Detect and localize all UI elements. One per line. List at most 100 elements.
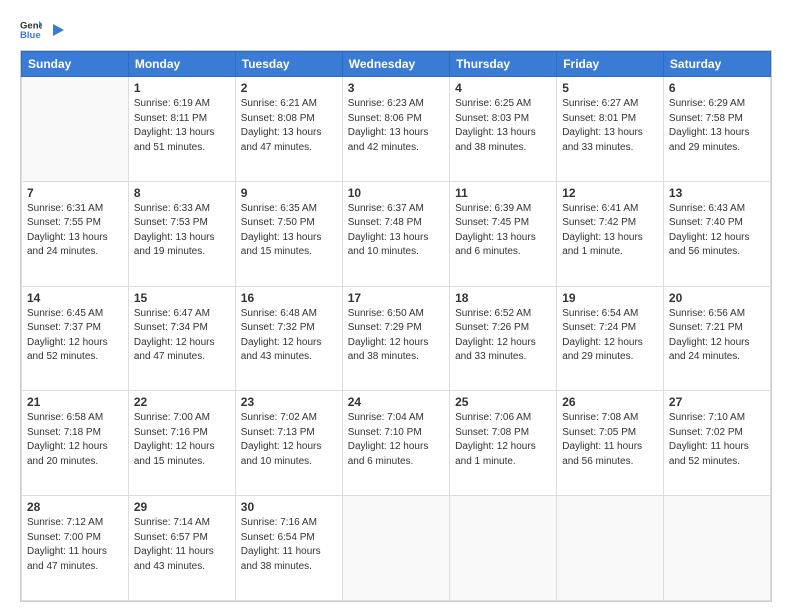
day-number: 26 [562,395,658,409]
cell-info: Sunrise: 6:31 AMSunset: 7:55 PMDaylight:… [27,202,123,260]
day-number: 7 [27,186,123,200]
cal-cell: 18Sunrise: 6:52 AMSunset: 7:26 PMDayligh… [450,286,557,391]
cell-info: Sunrise: 6:41 AMSunset: 7:42 PMDaylight:… [562,202,658,260]
day-number: 25 [455,395,551,409]
day-number: 12 [562,186,658,200]
day-header-monday: Monday [128,52,235,77]
day-number: 15 [134,291,230,305]
day-number: 22 [134,395,230,409]
day-number: 24 [348,395,444,409]
day-header-saturday: Saturday [663,52,770,77]
day-number: 13 [669,186,765,200]
day-number: 29 [134,500,230,514]
day-number: 10 [348,186,444,200]
cal-cell: 11 Sunrise: 6:39 AMSunset: 7:45 PMDayligh… [450,181,557,286]
day-number: 23 [241,395,337,409]
cal-cell: 6 Sunrise: 6:29 AMSunset: 7:58 PMDaylight… [663,77,770,182]
day-header-tuesday: Tuesday [235,52,342,77]
cal-cell: 10 Sunrise: 6:37 AMSunset: 7:48 PMDayligh… [342,181,449,286]
cal-cell: 24 Sunrise: 7:04 AMSunset: 7:10 PMDayligh… [342,391,449,496]
cell-info: Sunrise: 6:58 AMSunset: 7:18 PMDaylight:… [27,411,123,469]
cell-info: Sunrise: 6:50 AMSunset: 7:29 PMDaylight:… [348,307,444,365]
cell-info: Sunrise: 6:37 AMSunset: 7:48 PMDaylight:… [348,202,444,260]
cell-info: Sunrise: 6:33 AMSunset: 7:53 PMDaylight:… [134,202,230,260]
cal-cell: 15 Sunrise: 6:47 AMSunset: 7:34 PMDayligh… [128,286,235,391]
cal-cell: 5 Sunrise: 6:27 AMSunset: 8:01 PMDaylight… [557,77,664,182]
cal-cell [342,496,449,601]
cal-cell: 26 Sunrise: 7:08 AMSunset: 7:05 PMDayligh… [557,391,664,496]
cell-info: Sunrise: 6:39 AMSunset: 7:45 PMDaylight:… [455,202,551,260]
day-header-wednesday: Wednesday [342,52,449,77]
day-number: 5 [562,81,658,95]
day-number: 20 [669,291,765,305]
cal-cell: 20Sunrise: 6:56 AMSunset: 7:21 PMDayligh… [663,286,770,391]
cell-info: Sunrise: 6:35 AMSunset: 7:50 PMDaylight:… [241,202,337,260]
cell-info: Sunrise: 6:45 AMSunset: 7:37 PMDaylight:… [27,307,123,365]
cal-cell: 1 Sunrise: 6:19 AMSunset: 8:11 PMDaylight… [128,77,235,182]
day-number: 17 [348,291,444,305]
cal-cell [663,496,770,601]
cell-info: Sunrise: 7:10 AMSunset: 7:02 PMDaylight:… [669,411,765,469]
cell-info: Sunrise: 7:12 AMSunset: 7:00 PMDaylight:… [27,516,123,574]
cell-info: Sunrise: 6:27 AMSunset: 8:01 PMDaylight:… [562,97,658,155]
cal-cell: 28 Sunrise: 7:12 AMSunset: 7:00 PMDayligh… [22,496,129,601]
cal-cell: 27 Sunrise: 7:10 AMSunset: 7:02 PMDayligh… [663,391,770,496]
day-number: 11 [455,186,551,200]
day-number: 9 [241,186,337,200]
cal-cell: 29 Sunrise: 7:14 AMSunset: 6:57 PMDayligh… [128,496,235,601]
cal-cell: 9 Sunrise: 6:35 AMSunset: 7:50 PMDaylight… [235,181,342,286]
day-number: 27 [669,395,765,409]
day-header-thursday: Thursday [450,52,557,77]
day-number: 19 [562,291,658,305]
day-header-sunday: Sunday [22,52,129,77]
cell-info: Sunrise: 6:21 AMSunset: 8:08 PMDaylight:… [241,97,337,155]
cell-info: Sunrise: 7:08 AMSunset: 7:05 PMDaylight:… [562,411,658,469]
cal-cell: 2 Sunrise: 6:21 AMSunset: 8:08 PMDaylight… [235,77,342,182]
cal-cell: 21 Sunrise: 6:58 AMSunset: 7:18 PMDayligh… [22,391,129,496]
cell-info: Sunrise: 6:52 AMSunset: 7:26 PMDaylight:… [455,307,551,365]
day-header-friday: Friday [557,52,664,77]
cell-info: Sunrise: 7:14 AMSunset: 6:57 PMDaylight:… [134,516,230,574]
cell-info: Sunrise: 7:04 AMSunset: 7:10 PMDaylight:… [348,411,444,469]
day-number: 28 [27,500,123,514]
cal-cell: 16Sunrise: 6:48 AMSunset: 7:32 PMDayligh… [235,286,342,391]
cal-cell: 13Sunrise: 6:43 AMSunset: 7:40 PMDayligh… [663,181,770,286]
day-number: 1 [134,81,230,95]
page: General Blue SundayMondayTuesdayW [0,0,792,612]
day-number: 2 [241,81,337,95]
day-number: 16 [241,291,337,305]
logo: General Blue [20,18,66,40]
cell-info: Sunrise: 6:29 AMSunset: 7:58 PMDaylight:… [669,97,765,155]
cal-cell: 30 Sunrise: 7:16 AMSunset: 6:54 PMDayligh… [235,496,342,601]
day-number: 6 [669,81,765,95]
cal-cell: 8 Sunrise: 6:33 AMSunset: 7:53 PMDaylight… [128,181,235,286]
cal-cell: 19Sunrise: 6:54 AMSunset: 7:24 PMDayligh… [557,286,664,391]
day-number: 21 [27,395,123,409]
svg-text:Blue: Blue [20,30,41,40]
cal-cell: 7 Sunrise: 6:31 AMSunset: 7:55 PMDaylight… [22,181,129,286]
day-number: 4 [455,81,551,95]
cal-cell [450,496,557,601]
cal-cell [22,77,129,182]
cal-cell: 14Sunrise: 6:45 AMSunset: 7:37 PMDayligh… [22,286,129,391]
cell-info: Sunrise: 7:02 AMSunset: 7:13 PMDaylight:… [241,411,337,469]
cal-cell [557,496,664,601]
cal-cell: 25 Sunrise: 7:06 AMSunset: 7:08 PMDayligh… [450,391,557,496]
cal-cell: 23 Sunrise: 7:02 AMSunset: 7:13 PMDayligh… [235,391,342,496]
cell-info: Sunrise: 6:47 AMSunset: 7:34 PMDaylight:… [134,307,230,365]
day-number: 8 [134,186,230,200]
day-number: 30 [241,500,337,514]
cell-info: Sunrise: 7:06 AMSunset: 7:08 PMDaylight:… [455,411,551,469]
cal-cell: 17 Sunrise: 6:50 AMSunset: 7:29 PMDayligh… [342,286,449,391]
cell-info: Sunrise: 6:19 AMSunset: 8:11 PMDaylight:… [134,97,230,155]
cal-cell: 22 Sunrise: 7:00 AMSunset: 7:16 PMDayligh… [128,391,235,496]
logo-icon: General Blue [20,18,42,40]
cal-cell: 4 Sunrise: 6:25 AMSunset: 8:03 PMDaylight… [450,77,557,182]
cell-info: Sunrise: 7:16 AMSunset: 6:54 PMDaylight:… [241,516,337,574]
logo-triangle-icon [48,21,66,39]
cell-info: Sunrise: 6:25 AMSunset: 8:03 PMDaylight:… [455,97,551,155]
day-number: 3 [348,81,444,95]
header: General Blue [20,18,772,40]
cal-cell: 12 Sunrise: 6:41 AMSunset: 7:42 PMDayligh… [557,181,664,286]
cell-info: Sunrise: 7:00 AMSunset: 7:16 PMDaylight:… [134,411,230,469]
